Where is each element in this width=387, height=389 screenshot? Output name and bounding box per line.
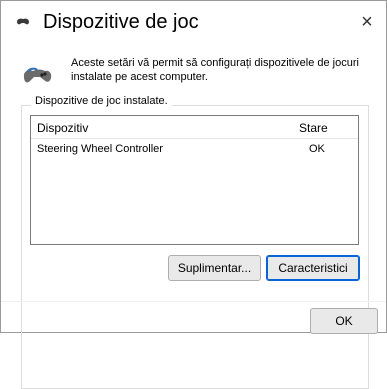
more-button[interactable]: Suplimentar...	[168, 255, 261, 281]
gamepad-icon	[21, 63, 53, 87]
footer-divider	[1, 301, 386, 302]
close-button[interactable]: ×	[352, 7, 382, 37]
devices-list[interactable]: Dispozitiv Stare Steering Wheel Controll…	[30, 115, 359, 245]
close-icon: ×	[361, 10, 373, 33]
properties-button[interactable]: Caracteristici	[266, 255, 360, 281]
game-controllers-dialog: Dispozitive de joc × Aceste setări vă pe…	[0, 0, 387, 389]
ok-button[interactable]: OK	[310, 308, 378, 334]
device-name: Steering Wheel Controller	[37, 143, 163, 155]
list-item[interactable]: Steering Wheel Controller OK	[31, 142, 358, 158]
gamepad-icon	[15, 15, 31, 27]
group-label: Dispozitive de joc instalate.	[31, 95, 172, 107]
column-header-status[interactable]: Stare	[299, 121, 328, 135]
device-status: OK	[309, 143, 325, 155]
window-title: Dispozitive de joc	[43, 11, 199, 33]
title-bar[interactable]: Dispozitive de joc ×	[1, 1, 386, 45]
list-header: Dispozitiv Stare	[31, 116, 358, 139]
column-header-device[interactable]: Dispozitiv	[37, 121, 88, 135]
header-description: Aceste setări vă permit să configurați d…	[71, 57, 359, 83]
